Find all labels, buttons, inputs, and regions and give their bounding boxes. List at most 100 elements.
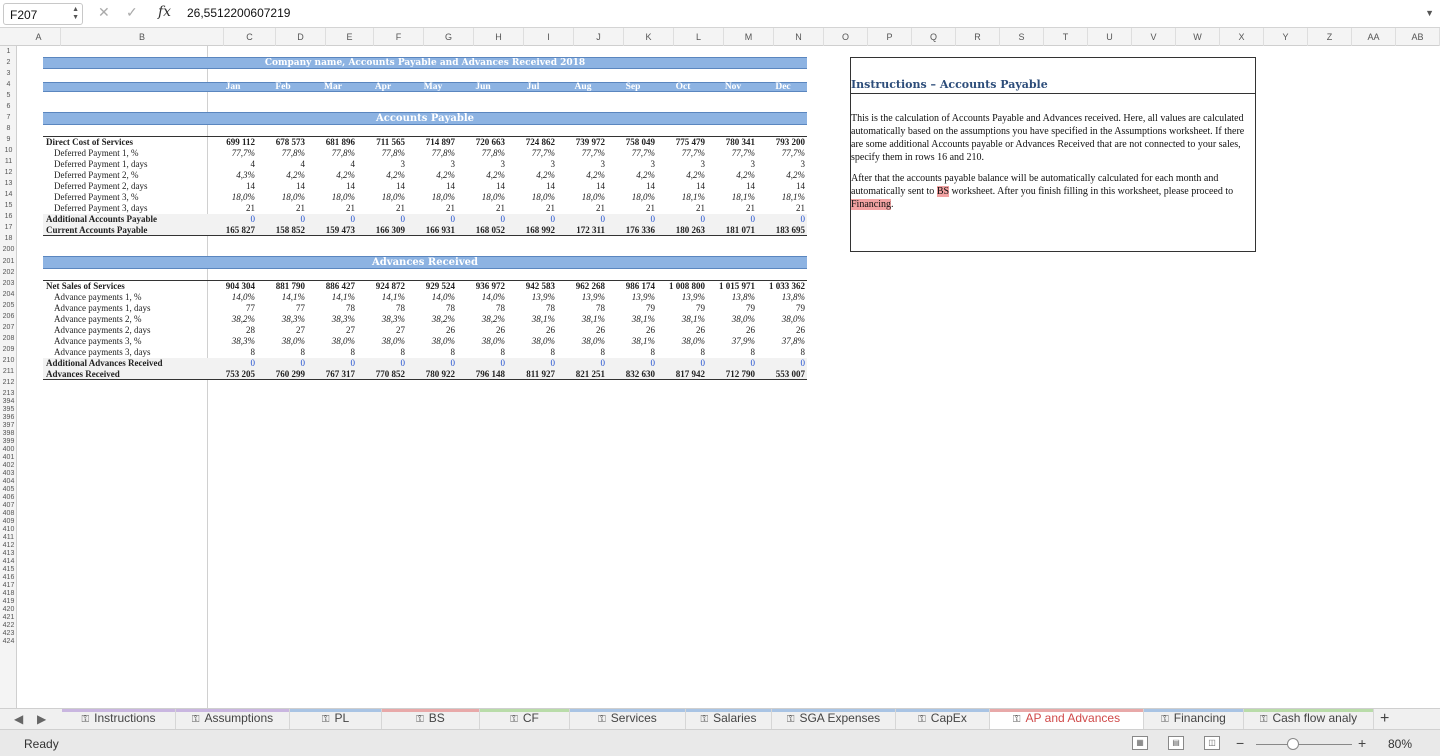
adv-cell[interactable]: 38,0%: [509, 336, 555, 347]
adv-cell[interactable]: 14,0%: [409, 292, 455, 303]
row-header[interactable]: 201: [0, 257, 16, 266]
adv-cell[interactable]: 753 205: [209, 369, 255, 380]
ap-cell[interactable]: 3: [609, 159, 656, 170]
ap-cell[interactable]: 4: [209, 159, 256, 170]
row-header[interactable]: 206: [0, 312, 16, 321]
row-header[interactable]: 6: [0, 102, 16, 111]
ap-cell[interactable]: 18,0%: [509, 192, 555, 203]
zoom-slider[interactable]: [1256, 744, 1352, 745]
adv-cell[interactable]: 8: [309, 347, 356, 358]
row-header[interactable]: 12: [0, 168, 16, 177]
adv-cell[interactable]: 832 630: [609, 369, 655, 380]
page-break-view-icon[interactable]: ◫: [1204, 736, 1220, 750]
ap-cell[interactable]: 21: [509, 203, 555, 214]
adv-cell[interactable]: 38,3%: [209, 336, 255, 347]
adv-cell[interactable]: 37,8%: [759, 336, 805, 347]
adv-cell[interactable]: 38,1%: [609, 336, 655, 347]
next-sheet-icon[interactable]: ▶: [37, 712, 46, 726]
ap-cell[interactable]: 4: [259, 159, 306, 170]
adv-cell[interactable]: 942 583: [509, 281, 555, 292]
adv-cell[interactable]: 796 148: [459, 369, 505, 380]
ap-cell[interactable]: 21: [609, 203, 655, 214]
row-header[interactable]: 11: [0, 157, 16, 166]
column-header[interactable]: M: [724, 28, 774, 46]
adv-cell[interactable]: 38,2%: [459, 314, 505, 325]
column-header[interactable]: Q: [912, 28, 956, 46]
adv-cell[interactable]: 78: [509, 303, 555, 314]
ap-cell[interactable]: 14: [359, 181, 405, 192]
ap-cell[interactable]: 775 479: [659, 137, 705, 148]
row-header[interactable]: 210: [0, 356, 16, 365]
row-header[interactable]: 205: [0, 301, 16, 310]
column-header[interactable]: O: [824, 28, 868, 46]
adv-cell[interactable]: 38,0%: [559, 336, 605, 347]
adv-cell[interactable]: 817 942: [659, 369, 705, 380]
ap-cell[interactable]: 0: [559, 214, 606, 225]
adv-cell[interactable]: 27: [309, 325, 355, 336]
ap-cell[interactable]: 699 112: [209, 137, 255, 148]
adv-cell[interactable]: 8: [459, 347, 506, 358]
ap-cell[interactable]: 0: [609, 214, 656, 225]
ap-cell[interactable]: 166 309: [359, 225, 405, 236]
adv-cell[interactable]: 936 972: [459, 281, 505, 292]
sheet-grid[interactable]: Company name, Accounts Payable and Advan…: [17, 46, 1440, 708]
row-header[interactable]: 5: [0, 91, 16, 100]
ap-cell[interactable]: 21: [409, 203, 455, 214]
row-header[interactable]: 17: [0, 223, 16, 232]
ap-cell[interactable]: 18,0%: [309, 192, 355, 203]
ap-cell[interactable]: 77,7%: [559, 148, 605, 159]
adv-cell[interactable]: 770 852: [359, 369, 405, 380]
adv-cell[interactable]: 78: [309, 303, 355, 314]
adv-cell[interactable]: 38,0%: [309, 336, 355, 347]
adv-cell[interactable]: 0: [659, 358, 706, 369]
formula-input[interactable]: 26,5512200607219: [187, 6, 290, 20]
ap-cell[interactable]: 77,8%: [409, 148, 455, 159]
column-header[interactable]: AA: [1352, 28, 1396, 46]
adv-cell[interactable]: 78: [409, 303, 455, 314]
adv-cell[interactable]: 8: [509, 347, 556, 358]
adv-cell[interactable]: 962 268: [559, 281, 605, 292]
confirm-icon[interactable]: ✓: [126, 4, 138, 21]
ap-cell[interactable]: 18,1%: [759, 192, 805, 203]
ap-cell[interactable]: 14: [409, 181, 455, 192]
row-header[interactable]: 203: [0, 279, 16, 288]
adv-cell[interactable]: 14,1%: [309, 292, 355, 303]
ap-cell[interactable]: 77,7%: [509, 148, 555, 159]
ap-cell[interactable]: 21: [209, 203, 255, 214]
adv-cell[interactable]: 38,0%: [759, 314, 805, 325]
ap-cell[interactable]: 4,3%: [209, 170, 255, 181]
adv-cell[interactable]: 760 299: [259, 369, 305, 380]
bs-link[interactable]: BS: [936, 186, 950, 197]
ap-cell[interactable]: 21: [259, 203, 305, 214]
ap-cell[interactable]: 18,0%: [559, 192, 605, 203]
adv-cell[interactable]: 0: [409, 358, 456, 369]
adv-cell[interactable]: 13,8%: [759, 292, 805, 303]
ap-cell[interactable]: 0: [209, 214, 256, 225]
zoom-level[interactable]: 80%: [1388, 737, 1412, 751]
tab-financing[interactable]: ⚿ Financing: [1144, 709, 1244, 730]
ap-cell[interactable]: 4,2%: [659, 170, 705, 181]
adv-cell[interactable]: 38,1%: [559, 314, 605, 325]
ap-cell[interactable]: 3: [409, 159, 456, 170]
column-header[interactable]: G: [424, 28, 474, 46]
column-header[interactable]: C: [224, 28, 276, 46]
ap-cell[interactable]: 0: [409, 214, 456, 225]
adv-cell[interactable]: 26: [509, 325, 555, 336]
tab-salaries[interactable]: ⚿ Salaries: [686, 709, 772, 730]
adv-cell[interactable]: 79: [709, 303, 755, 314]
adv-cell[interactable]: 78: [359, 303, 405, 314]
ap-cell[interactable]: 18,0%: [409, 192, 455, 203]
ap-cell[interactable]: 77,7%: [759, 148, 805, 159]
column-header[interactable]: B: [61, 28, 224, 46]
row-header[interactable]: 10: [0, 146, 16, 155]
ap-cell[interactable]: 4: [309, 159, 356, 170]
adv-cell[interactable]: 79: [659, 303, 705, 314]
column-header[interactable]: H: [474, 28, 524, 46]
add-sheet-icon[interactable]: +: [1380, 710, 1389, 728]
ap-cell[interactable]: 4,2%: [409, 170, 455, 181]
ap-cell[interactable]: 21: [659, 203, 705, 214]
column-header[interactable]: N: [774, 28, 824, 46]
ap-cell[interactable]: 3: [759, 159, 806, 170]
ap-cell[interactable]: 183 695: [759, 225, 805, 236]
ap-cell[interactable]: 739 972: [559, 137, 605, 148]
